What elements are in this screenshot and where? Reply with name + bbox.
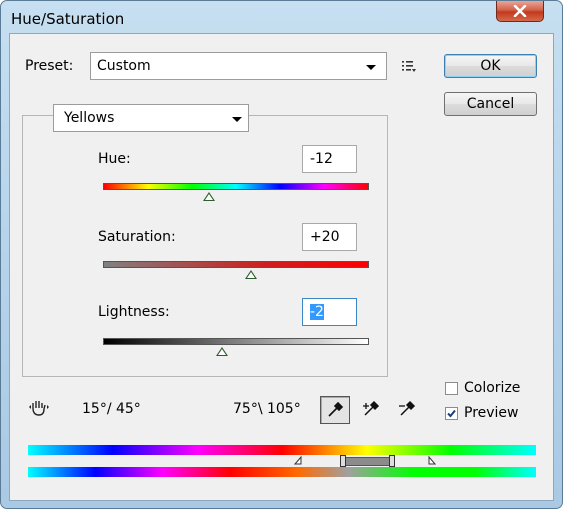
preset-options-button[interactable] <box>398 55 420 77</box>
preset-label: Preset: <box>25 58 74 74</box>
eyedropper-add-button[interactable] <box>360 397 384 421</box>
close-icon <box>513 5 527 17</box>
lightness-slider-track[interactable] <box>103 338 369 345</box>
output-spectrum-bar <box>28 467 536 477</box>
range-right-handle[interactable] <box>389 455 395 467</box>
dialog-window: Hue/Saturation Preset: Custom OK Cancel <box>0 0 563 509</box>
lightness-input[interactable]: -2 <box>302 298 357 326</box>
dialog-body: Preset: Custom OK Cancel Hue: -12 Satura… <box>9 33 554 501</box>
adjustment-group: Hue: -12 Saturation: +20 Lightness: -2 <box>22 115 388 377</box>
close-button[interactable] <box>496 1 544 22</box>
range-center-bar[interactable] <box>344 457 391 466</box>
saturation-input[interactable]: +20 <box>302 223 357 251</box>
hue-slider-thumb[interactable] <box>203 192 215 201</box>
lightness-slider-thumb[interactable] <box>216 347 228 356</box>
colorize-checkbox[interactable] <box>445 382 458 395</box>
title-bar: Hue/Saturation <box>1 1 562 33</box>
eyedropper-subtract-button[interactable] <box>396 397 420 421</box>
preset-options-icon <box>402 61 416 72</box>
channel-value: Yellows <box>64 110 115 126</box>
ok-button[interactable]: OK <box>444 54 537 78</box>
hand-adjust-icon <box>29 401 49 416</box>
range-left-readout: 15°/ 45° <box>82 401 141 417</box>
saturation-slider-thumb[interactable] <box>245 270 257 279</box>
lightness-label: Lightness: <box>98 304 170 320</box>
saturation-label: Saturation: <box>98 229 176 245</box>
preview-checkbox[interactable] <box>445 407 458 420</box>
colorize-label: Colorize <box>464 380 521 396</box>
falloff-left-handle[interactable] <box>294 456 302 465</box>
input-spectrum-bar <box>28 445 536 455</box>
range-slider[interactable] <box>28 455 536 467</box>
saturation-slider-track[interactable] <box>103 261 369 268</box>
window-title: Hue/Saturation <box>11 10 125 28</box>
eyedropper-plus-icon <box>363 400 380 416</box>
eyedropper-icon <box>328 401 344 417</box>
channel-dropdown[interactable]: Yellows <box>53 104 249 132</box>
checkmark-icon <box>447 409 456 418</box>
hue-slider-track[interactable] <box>103 183 369 190</box>
hue-label: Hue: <box>98 151 131 167</box>
preview-label: Preview <box>464 405 519 421</box>
lightness-value: -2 <box>310 304 324 320</box>
preset-value: Custom <box>97 58 151 74</box>
hue-input[interactable]: -12 <box>302 145 357 173</box>
chevron-down-icon <box>232 117 242 122</box>
chevron-down-icon <box>366 65 376 70</box>
eyedropper-minus-icon <box>399 400 416 416</box>
range-left-handle[interactable] <box>340 455 346 467</box>
cancel-button[interactable]: Cancel <box>444 92 537 116</box>
eyedropper-button[interactable] <box>320 396 350 424</box>
range-right-readout: 75°\ 105° <box>233 401 301 417</box>
hand-adjust-button[interactable] <box>28 396 52 420</box>
falloff-right-handle[interactable] <box>428 456 436 465</box>
preset-dropdown[interactable]: Custom <box>90 52 387 80</box>
